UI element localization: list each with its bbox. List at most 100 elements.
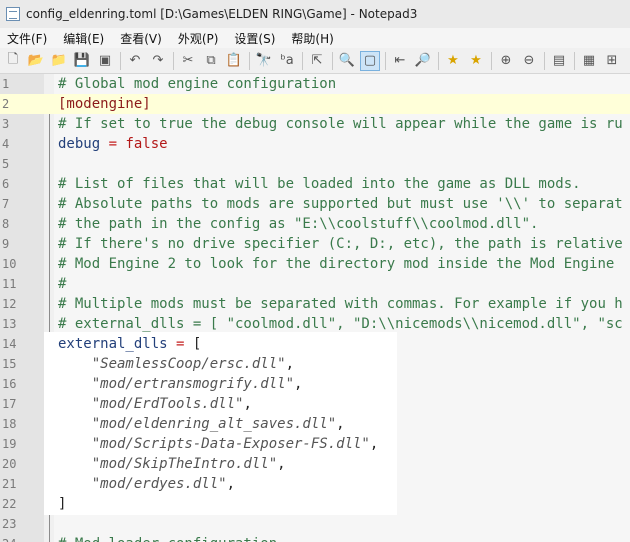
code-token-bool: false (125, 136, 168, 152)
toolbar-separator (120, 51, 121, 70)
redo-icon[interactable]: ↷ (148, 51, 168, 71)
line-number: 8 (2, 217, 10, 231)
word-wrap-toggle-icon[interactable]: ▢ (360, 50, 380, 71)
code-token-str: "SeamlessCoop/ersc.dll" (58, 356, 286, 372)
toolbar-separator (544, 51, 545, 70)
toolbar-separator (302, 51, 303, 70)
code-line[interactable]: 9 # If there's no drive specifier (C:, D:… (0, 234, 630, 254)
browse-icon[interactable]: 📁 (49, 51, 69, 71)
code-line[interactable]: 7 # Absolute paths to mods are supported … (0, 194, 630, 214)
code-text: external_dlls = [ (58, 334, 201, 354)
code-token-punct: [ (192, 336, 202, 352)
menu-view[interactable]: 查看(V) (115, 30, 167, 47)
undo-icon[interactable]: ↶ (125, 51, 145, 71)
code-token-str: "mod/ertransmogrify.dll" (58, 376, 295, 392)
code-line[interactable]: 13 # external_dlls = [ "coolmod.dll", "D:… (0, 314, 630, 334)
menu-settings[interactable]: 设置(S) (229, 30, 280, 47)
paste-icon[interactable]: 📋 (224, 51, 244, 71)
code-line[interactable]: 20 "mod/SkipTheIntro.dll", (0, 454, 630, 474)
code-text: "mod/erdyes.dll", (58, 474, 235, 494)
code-line[interactable]: 15 "SeamlessCoop/ersc.dll", (0, 354, 630, 374)
notepad-app-icon (6, 7, 20, 21)
goto-line-icon[interactable]: ⇱ (307, 51, 327, 71)
code-token-str: "mod/SkipTheIntro.dll" (58, 456, 278, 472)
exit-icon[interactable]: ⊞ (602, 51, 622, 71)
zoom-out-icon[interactable]: ⊖ (519, 51, 539, 71)
open-file-icon[interactable]: 📂 (26, 51, 46, 71)
code-token-punct: , (243, 396, 252, 412)
code-line[interactable]: 5 (0, 154, 630, 174)
toolbar-separator (491, 51, 492, 70)
line-number: 16 (2, 377, 17, 391)
code-line[interactable]: 4 debug = false (0, 134, 630, 154)
code-token-comment: # Absolute paths to mods are supported b… (58, 196, 623, 212)
code-token-punct: , (226, 476, 236, 492)
line-number: 17 (2, 397, 17, 411)
filter-view-icon[interactable]: 🔍 (337, 51, 357, 71)
find-icon[interactable]: 🔭 (254, 51, 274, 71)
favorites-icon[interactable]: ★ (443, 51, 463, 71)
notepad3-window: config_eldenring.toml [D:\Games\ELDEN RI… (0, 0, 630, 542)
code-token-bracket: [modengine] (58, 96, 151, 112)
code-line[interactable]: 22] (0, 494, 630, 514)
code-token-comment: # If there's no drive specifier (C:, D:,… (58, 236, 623, 252)
code-line[interactable]: 8 # the path in the config as "E:\\coolst… (0, 214, 630, 234)
code-line[interactable]: 16 "mod/ertransmogrify.dll", (0, 374, 630, 394)
code-line[interactable]: 12 # Multiple mods must be separated with… (0, 294, 630, 314)
code-line[interactable]: 24 # Mod loader configuration (0, 534, 630, 542)
go-back-icon[interactable]: ⇤ (390, 51, 410, 71)
code-line[interactable]: 23 (0, 514, 630, 534)
code-text: [modengine] (58, 94, 151, 114)
code-line[interactable]: 3 # If set to true the debug console will… (0, 114, 630, 134)
code-text: # (58, 274, 66, 294)
code-text: # If set to true the debug console will … (58, 114, 623, 134)
toolbar-separator (173, 51, 174, 70)
code-line[interactable]: 1 # Global mod engine configuration (0, 74, 630, 94)
code-token-comment: # Global mod engine configuration (58, 76, 337, 92)
code-token-comment: # List of files that will be loaded into… (58, 176, 581, 192)
code-token-op: = (167, 336, 193, 352)
line-number: 20 (2, 457, 17, 471)
line-number: 24 (0, 534, 44, 542)
toolbar-separator (249, 51, 250, 70)
code-text: debug = false (58, 134, 168, 154)
code-text: # Global mod engine configuration (58, 74, 336, 94)
copy-icon[interactable]: ⧉ (201, 51, 221, 71)
replace-icon[interactable]: ᵇa (277, 51, 297, 71)
search-icon[interactable]: 🔎 (413, 51, 433, 71)
menu-edit[interactable]: 编辑(E) (58, 30, 109, 47)
line-number: 13 (2, 317, 17, 331)
line-number: 2 (2, 97, 10, 111)
code-token-str: "mod/Scripts-Data-Exposer-FS.dll" (58, 436, 370, 452)
zoom-in-icon[interactable]: ⊕ (496, 51, 516, 71)
save-icon[interactable]: 💾 (72, 51, 92, 71)
add-favorite-icon[interactable]: ★ (466, 51, 486, 71)
code-line[interactable]: 19 "mod/Scripts-Data-Exposer-FS.dll", (0, 434, 630, 454)
code-text: "SeamlessCoop/ersc.dll", (58, 354, 294, 374)
scheme-icon[interactable]: ▤ (549, 51, 569, 71)
line-number: 6 (2, 177, 10, 191)
save-as-icon[interactable]: ▣ (95, 51, 115, 71)
editor-area[interactable]: − 1# Global mod engine configuration2[mo… (0, 74, 630, 542)
code-line[interactable]: 11 # (0, 274, 630, 294)
menu-appearance[interactable]: 外观(P) (173, 30, 224, 47)
code-text: # Multiple mods must be separated with c… (58, 294, 623, 314)
new-file-icon[interactable]: 🗋 (3, 51, 23, 71)
code-line[interactable]: 6 # List of files that will be loaded int… (0, 174, 630, 194)
code-line[interactable]: 21 "mod/erdyes.dll", (0, 474, 630, 494)
customize-schemes-icon[interactable]: ▦ (579, 51, 599, 71)
code-text: ] (58, 494, 66, 514)
code-line[interactable]: 10 # Mod Engine 2 to look for the directo… (0, 254, 630, 274)
line-number: 12 (2, 297, 17, 311)
menu-help[interactable]: 帮助(H) (286, 30, 338, 47)
code-line[interactable]: 17 "mod/ErdTools.dll", (0, 394, 630, 414)
menu-file[interactable]: 文件(F) (2, 30, 52, 47)
toolbar-separator (385, 51, 386, 70)
code-line[interactable]: 2 [modengine] (0, 94, 630, 114)
menu-bar: 文件(F) 编辑(E) 查看(V) 外观(P) 设置(S) 帮助(H) (0, 28, 630, 48)
cut-icon[interactable]: ✂ (178, 51, 198, 71)
line-number: 9 (2, 237, 10, 251)
line-number: 7 (2, 197, 10, 211)
code-line[interactable]: 14 external_dlls = [ (0, 334, 630, 354)
code-line[interactable]: 18 "mod/eldenring_alt_saves.dll", (0, 414, 630, 434)
